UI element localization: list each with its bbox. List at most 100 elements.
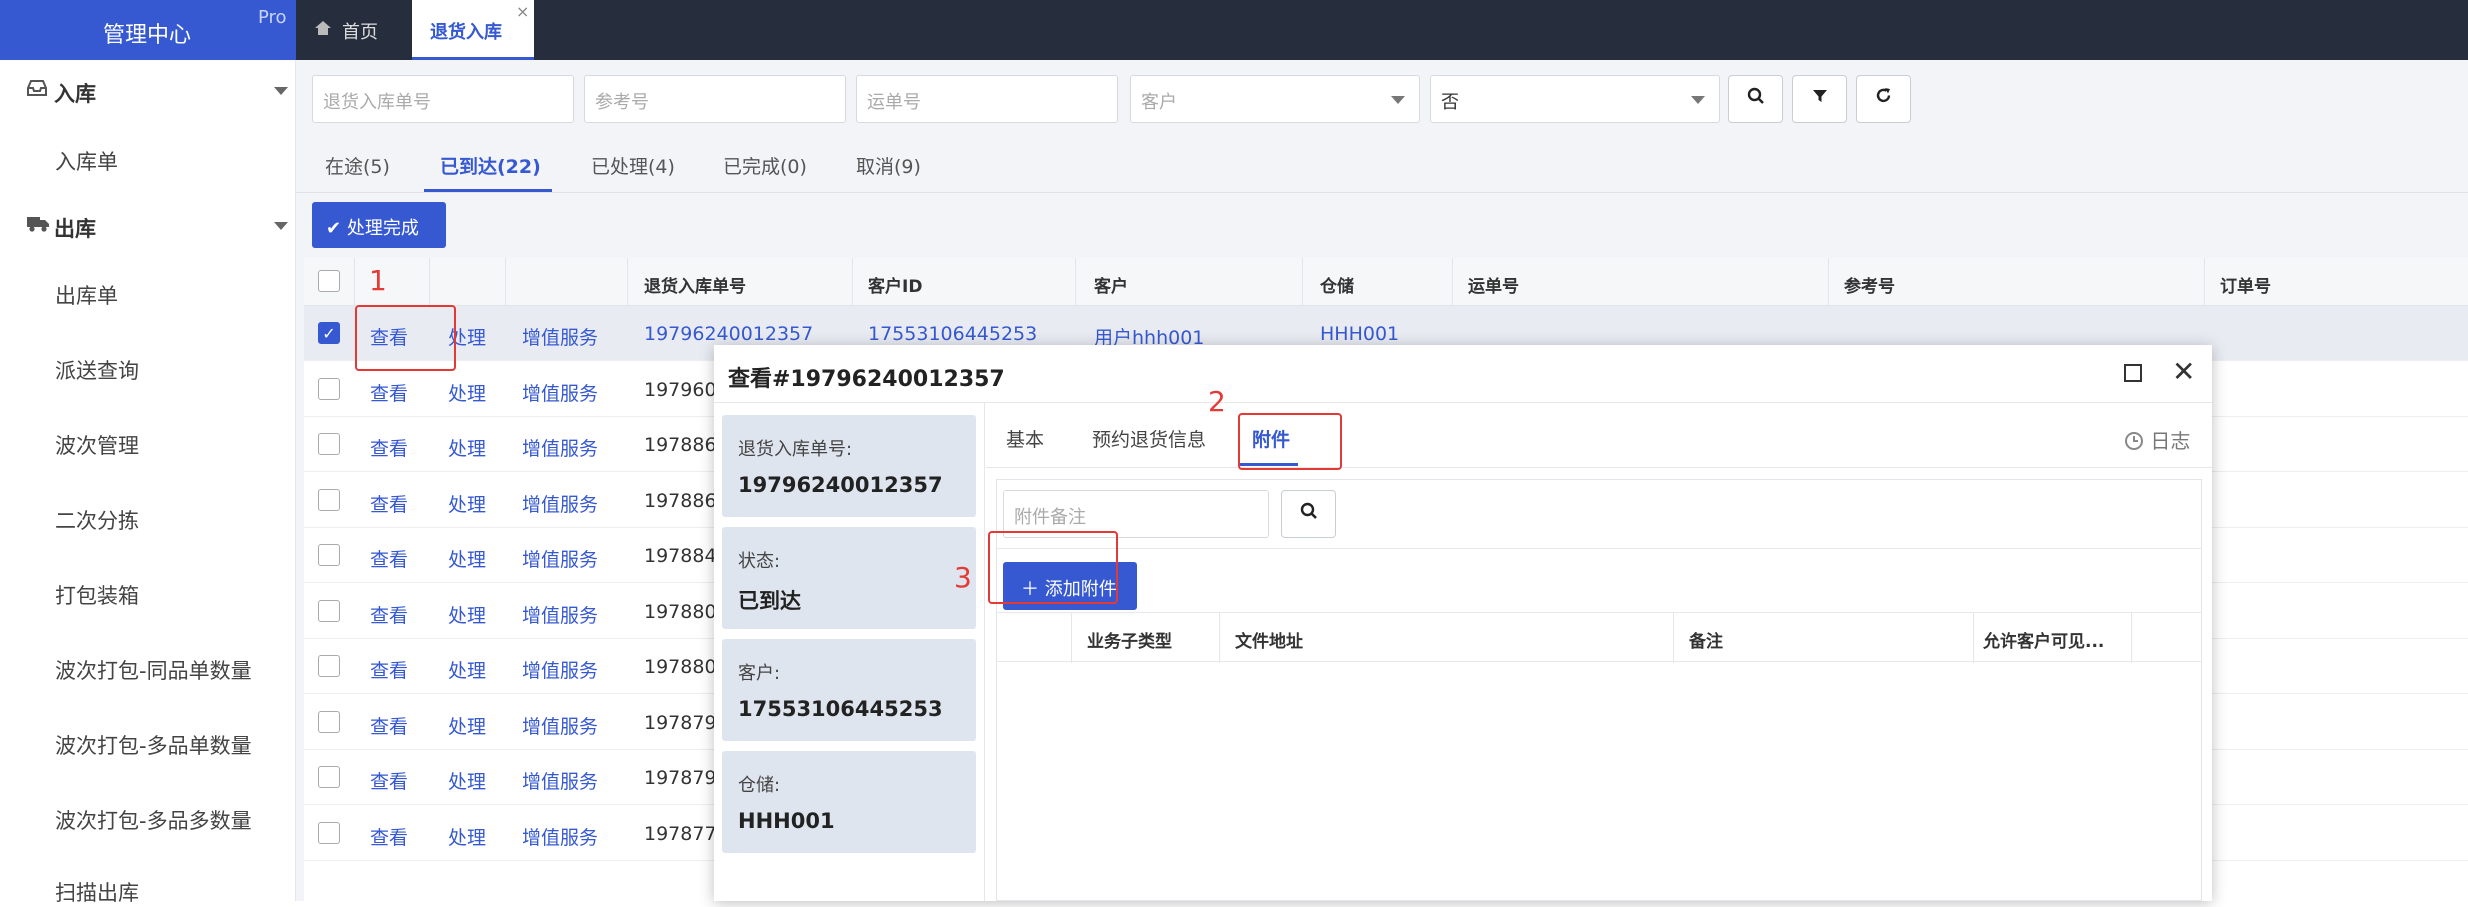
annotation-box-1 bbox=[355, 305, 456, 371]
process-link[interactable]: 处理 bbox=[448, 601, 486, 628]
value-added-service-link[interactable]: 增值服务 bbox=[522, 823, 598, 850]
status-tab-arrived[interactable]: 已到达(22) bbox=[440, 152, 541, 179]
close-icon[interactable]: × bbox=[516, 2, 529, 21]
view-link[interactable]: 查看 bbox=[370, 601, 408, 628]
log-link[interactable]: 日志 bbox=[2124, 425, 2190, 454]
flag-select[interactable]: 否 bbox=[1430, 75, 1720, 123]
value-added-service-link[interactable]: 增值服务 bbox=[522, 434, 598, 461]
sidebar-item-secondary-sorting[interactable]: 二次分拣 bbox=[55, 505, 139, 535]
status-tab-in-transit[interactable]: 在途(5) bbox=[325, 152, 390, 179]
value-added-service-link[interactable]: 增值服务 bbox=[522, 323, 598, 350]
chevron-down-icon bbox=[1391, 96, 1405, 104]
process-link[interactable]: 处理 bbox=[448, 767, 486, 794]
col-business-subtype[interactable]: 业务子类型 bbox=[1087, 627, 1172, 652]
process-link[interactable]: 处理 bbox=[448, 379, 486, 406]
view-link[interactable]: 查看 bbox=[370, 490, 408, 517]
col-customer[interactable]: 客户 bbox=[1094, 272, 1128, 297]
value-added-service-link[interactable]: 增值服务 bbox=[522, 545, 598, 572]
view-link[interactable]: 查看 bbox=[370, 434, 408, 461]
row-checkbox[interactable] bbox=[318, 655, 340, 677]
value-added-service-link[interactable]: 增值服务 bbox=[522, 656, 598, 683]
view-link[interactable]: 查看 bbox=[370, 379, 408, 406]
status-tab-processed[interactable]: 已处理(4) bbox=[591, 152, 675, 179]
process-link[interactable]: 处理 bbox=[448, 712, 486, 739]
view-link[interactable]: 查看 bbox=[370, 767, 408, 794]
row-checkbox[interactable] bbox=[318, 711, 340, 733]
row-checkbox[interactable] bbox=[318, 489, 340, 511]
row-checkbox[interactable] bbox=[318, 544, 340, 566]
col-order-no[interactable]: 订单号 bbox=[2220, 272, 2271, 297]
sidebar-item-wave-management[interactable]: 波次管理 bbox=[55, 430, 139, 460]
tab-return-inbound[interactable]: 退货入库 × bbox=[412, 0, 534, 60]
filter-button[interactable] bbox=[1792, 75, 1847, 123]
view-link[interactable]: 查看 bbox=[370, 712, 408, 739]
brand-header[interactable]: 管理中心 Pro bbox=[0, 0, 296, 60]
view-link[interactable]: 查看 bbox=[370, 656, 408, 683]
col-customer-visible[interactable]: 允许客户可见... bbox=[1983, 627, 2104, 652]
search-button[interactable] bbox=[1728, 75, 1783, 123]
sidebar-group-outbound[interactable]: 出库 bbox=[0, 201, 296, 251]
row-checkbox[interactable] bbox=[318, 433, 340, 455]
col-warehouse[interactable]: 仓储 bbox=[1320, 272, 1354, 297]
value-added-service-link[interactable]: 增值服务 bbox=[522, 712, 598, 739]
sidebar-item-outbound-order[interactable]: 出库单 bbox=[55, 280, 118, 310]
process-link[interactable]: 处理 bbox=[448, 545, 486, 572]
customer-id-link[interactable]: 17553106445253 bbox=[868, 323, 1037, 345]
row-checkbox[interactable]: ✓ bbox=[318, 322, 340, 344]
row-checkbox[interactable] bbox=[318, 766, 340, 788]
process-complete-button[interactable]: ✔ 处理完成 bbox=[312, 202, 446, 248]
col-ref-no[interactable]: 参考号 bbox=[1844, 272, 1895, 297]
row-checkbox[interactable] bbox=[318, 600, 340, 622]
attachment-search-button[interactable] bbox=[1281, 490, 1336, 538]
select-all-checkbox[interactable] bbox=[318, 270, 340, 292]
col-waybill[interactable]: 运单号 bbox=[1468, 272, 1519, 297]
sidebar-item-delivery-query[interactable]: 派送查询 bbox=[55, 355, 139, 385]
sidebar-item-wave-pack-multi-single[interactable]: 波次打包-多品单数量 bbox=[55, 730, 252, 760]
sidebar-item-scan-outbound[interactable]: 扫描出库 bbox=[55, 877, 139, 907]
refresh-button[interactable] bbox=[1856, 75, 1911, 123]
process-link[interactable]: 处理 bbox=[448, 823, 486, 850]
tab-home[interactable]: 首页 bbox=[314, 0, 410, 60]
return-no-input[interactable]: 退货入库单号 bbox=[312, 75, 574, 123]
return-no: 197886 bbox=[644, 490, 717, 512]
process-link[interactable]: 处理 bbox=[448, 434, 486, 461]
truck-icon bbox=[26, 213, 50, 238]
process-link[interactable]: 处理 bbox=[448, 656, 486, 683]
col-customer-id[interactable]: 客户ID bbox=[868, 272, 922, 297]
return-no: 197880 bbox=[644, 601, 717, 623]
row-checkbox[interactable] bbox=[318, 378, 340, 400]
log-label: 日志 bbox=[2150, 429, 2191, 453]
value-added-service-link[interactable]: 增值服务 bbox=[522, 767, 598, 794]
status-tab-completed[interactable]: 已完成(0) bbox=[723, 152, 807, 179]
status-tab-cancelled[interactable]: 取消(9) bbox=[856, 152, 921, 179]
process-link[interactable]: 处理 bbox=[448, 490, 486, 517]
view-link[interactable]: 查看 bbox=[370, 823, 408, 850]
column-divider bbox=[354, 258, 355, 306]
sidebar-item-wave-pack-multi-multi[interactable]: 波次打包-多品多数量 bbox=[55, 805, 252, 835]
maximize-icon[interactable] bbox=[2124, 364, 2142, 382]
info-value: 已到达 bbox=[738, 589, 801, 613]
dialog-tab-return-booking[interactable]: 预约退货信息 bbox=[1092, 425, 1206, 452]
close-icon[interactable]: ✕ bbox=[2172, 355, 2195, 388]
value-added-service-link[interactable]: 增值服务 bbox=[522, 379, 598, 406]
check-icon: ✔ bbox=[326, 218, 342, 239]
dialog-tab-basic[interactable]: 基本 bbox=[1006, 425, 1044, 452]
col-remark[interactable]: 备注 bbox=[1689, 627, 1723, 652]
sidebar-item-wave-pack-same[interactable]: 波次打包-同品单数量 bbox=[55, 655, 252, 685]
view-link[interactable]: 查看 bbox=[370, 545, 408, 572]
customer-select[interactable]: 客户 bbox=[1130, 75, 1420, 123]
ref-no-input[interactable]: 参考号 bbox=[584, 75, 846, 123]
return-no-link[interactable]: 19796240012357 bbox=[644, 323, 813, 345]
sidebar-item-inbound-order[interactable]: 入库单 bbox=[55, 146, 118, 176]
customer-select-placeholder: 客户 bbox=[1141, 92, 1177, 113]
value-added-service-link[interactable]: 增值服务 bbox=[522, 601, 598, 628]
value-added-service-link[interactable]: 增值服务 bbox=[522, 490, 598, 517]
waybill-input[interactable]: 运单号 bbox=[856, 75, 1118, 123]
col-file-url[interactable]: 文件地址 bbox=[1235, 627, 1303, 652]
col-return-no[interactable]: 退货入库单号 bbox=[644, 272, 746, 297]
sidebar-item-packing[interactable]: 打包装箱 bbox=[55, 580, 139, 610]
sidebar-group-inbound[interactable]: 入库 bbox=[0, 66, 296, 116]
warehouse-link[interactable]: HHH001 bbox=[1320, 323, 1399, 345]
column-divider bbox=[1828, 258, 1829, 306]
row-checkbox[interactable] bbox=[318, 822, 340, 844]
